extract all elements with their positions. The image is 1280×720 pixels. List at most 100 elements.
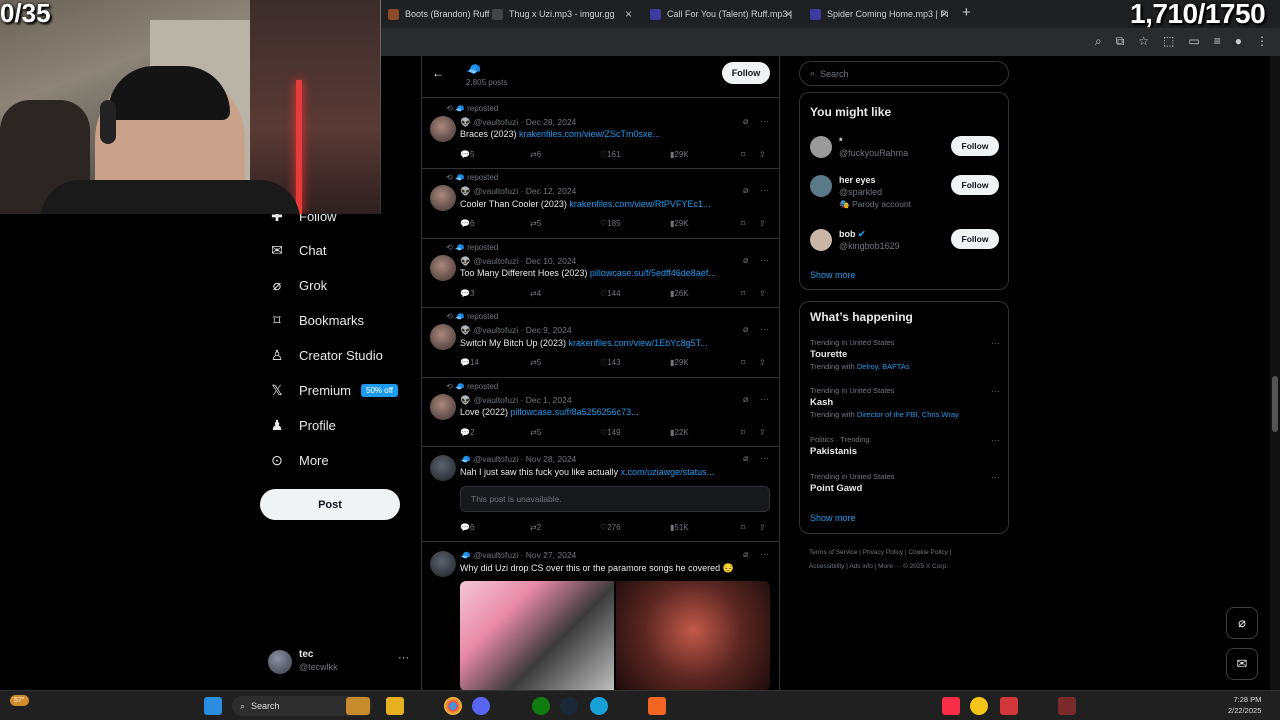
bookmark-icon[interactable]: ⌑ [741,150,745,159]
retweet-button[interactable]: ⇄ 6 [530,150,541,159]
share-icon[interactable]: ⇪ [759,219,766,228]
retweet-button[interactable]: ⇄ 5 [530,428,541,437]
retweet-button[interactable]: ⇄ 4 [530,289,541,298]
xbox-icon[interactable] [532,697,550,715]
extensions-icon[interactable]: ⬚ [1163,34,1174,49]
like-button[interactable]: ♡ 161 [600,150,621,159]
trend-item[interactable]: Trending in United States Tourette Trend… [810,338,1000,371]
file-explorer-icon[interactable] [386,697,404,715]
tweet-handle[interactable]: @vaultofuzi [474,395,519,405]
more-dots-icon[interactable]: ··· [760,255,769,265]
windows-start-icon[interactable] [204,697,222,715]
more-dots-icon[interactable]: ··· [760,394,769,404]
follow-button[interactable]: Follow [722,62,770,84]
trend-item[interactable]: Trending in United States Kash Trending … [810,386,1000,419]
close-icon[interactable]: × [941,7,948,21]
chrome-icon[interactable] [444,697,462,715]
views-button[interactable]: ▮ 51K [670,523,689,532]
tweet-media[interactable] [460,581,770,690]
more-dots-icon[interactable]: ··· [398,652,409,664]
grok-icon[interactable]: ⌀ [743,185,748,196]
music-icon[interactable] [942,697,960,715]
riot-icon[interactable] [1000,697,1018,715]
star-icon[interactable]: ☆ [1138,34,1149,49]
nav-item-profile[interactable]: ♟ Profile [268,417,336,434]
share-icon[interactable]: ⇪ [759,289,766,298]
new-tab-icon[interactable]: + [962,4,971,21]
browser-tab[interactable]: Spider Coming Home.mp3 | Pi × [802,3,956,25]
tweet[interactable]: ⟲ 🧢 reposted 👽 @vaultofuzi · Dec 12, 2024… [422,169,779,239]
media-image-right[interactable] [616,581,770,690]
avatar[interactable] [810,136,832,158]
user-name[interactable]: bob ✔ [839,229,866,240]
system-clock[interactable]: 7:28 PM 2/22/2025 [1228,694,1261,716]
user-name[interactable]: her eyes [839,175,876,185]
page-scrollbar[interactable] [1270,56,1280,690]
tweet-date[interactable]: Dec 28, 2024 [526,117,577,127]
tweet[interactable]: ⟲ 🧢 reposted 👽 @vaultofuzi · Dec 28, 2024… [422,100,779,169]
retweet-button[interactable]: ⇄ 2 [530,523,541,532]
avatar[interactable] [810,229,832,251]
edge-icon[interactable] [590,697,608,715]
follow-button[interactable]: Follow [951,136,999,156]
tweet-link[interactable]: pillowcase.su/f/5edff46de8aef... [590,268,716,278]
trend-with-links[interactable]: Director of the FBI, Chris Wray [857,410,959,419]
account-switcher[interactable]: tec @tecwlkk ··· [268,648,410,676]
tweet[interactable]: ⟲ 🧢 reposted 👽 @vaultofuzi · Dec 9, 2024 … [422,308,779,378]
search-input[interactable]: ⌕ Search [799,61,1009,86]
tweet-date[interactable]: Dec 1, 2024 [526,395,572,405]
tweet-handle[interactable]: @vaultofuzi [474,550,519,560]
tweet[interactable]: 🧢 @vaultofuzi · Nov 27, 2024 ⌀ ··· Why di… [422,543,779,690]
discord-icon[interactable] [472,697,490,715]
avatar[interactable] [430,551,456,577]
more-dots-icon[interactable]: ··· [760,453,769,463]
more-dots-icon[interactable]: ··· [991,472,1000,482]
suggested-user[interactable]: * @fuckyouRahma Follow [810,136,1000,172]
share-icon[interactable]: ⇪ [759,150,766,159]
follow-button[interactable]: Follow [951,175,999,195]
nav-item-creator-studio[interactable]: ♙ Creator Studio [268,347,383,364]
kebab-menu-icon[interactable]: ⋮ [1256,34,1268,49]
trend-with-links[interactable]: Delroy, BAFTAs [857,362,910,371]
retweet-button[interactable]: ⇄ 5 [530,358,541,367]
game-app-icon[interactable] [346,697,370,715]
more-dots-icon[interactable]: ··· [991,338,1000,348]
tweet-date[interactable]: Dec 10, 2024 [526,256,577,266]
show-more-link[interactable]: Show more [810,270,856,280]
tweet-handle[interactable]: @vaultofuzi [474,325,519,335]
share-icon[interactable]: ⇪ [759,523,766,532]
avatar[interactable] [430,255,456,281]
reply-button[interactable]: 💬 2 [460,428,474,437]
avatar[interactable] [430,185,456,211]
browser-tab[interactable]: Boots (Brandon) Ruff... [380,3,490,25]
emoji-app-icon[interactable] [970,697,988,715]
views-button[interactable]: ▮ 29K [670,150,689,159]
more-dots-icon[interactable]: ··· [991,435,1000,445]
more-dots-icon[interactable]: ··· [760,185,769,195]
tweet-handle[interactable]: @vaultofuzi [474,186,519,196]
tweet-link[interactable]: pillowcase.su/f/8a5256256c73... [511,407,639,417]
steam-icon[interactable] [560,697,578,715]
reply-button[interactable]: 💬 3 [460,289,474,298]
tweet-link[interactable]: krakenfiles.com/view/ZScTm0sxe... [519,129,660,139]
grok-floating-button[interactable]: ⌀ [1226,607,1258,639]
tweet-link[interactable]: krakenfiles.com/view/1EbYc8g5T... [569,338,708,348]
like-button[interactable]: ♡ 276 [600,523,621,532]
close-icon[interactable]: × [625,7,632,21]
bookmark-icon[interactable]: ⌑ [741,358,745,367]
tweet-handle[interactable]: @vaultofuzi [474,454,519,464]
user-name[interactable]: * [839,136,843,146]
menu-list-icon[interactable]: ≡ [1214,34,1221,49]
tweet-date[interactable]: Dec 9, 2024 [526,325,572,335]
tweet[interactable]: 🧢 @vaultofuzi · Nov 28, 2024 ⌀ ··· Nah I … [422,447,779,542]
like-button[interactable]: ♡ 144 [600,289,621,298]
bookmark-icon[interactable]: ⌑ [741,523,745,532]
bookmark-icon[interactable]: ⌑ [741,428,745,437]
reply-button[interactable]: 💬 6 [460,523,474,532]
like-button[interactable]: ♡ 149 [600,428,621,437]
bookmark-icon[interactable]: ⌑ [741,219,745,228]
zoom-icon[interactable]: ⌕ [1095,34,1102,49]
split-view-icon[interactable]: ▭ [1188,34,1199,49]
reply-button[interactable]: 💬 5 [460,150,474,159]
grok-icon[interactable]: ⌀ [743,453,748,464]
